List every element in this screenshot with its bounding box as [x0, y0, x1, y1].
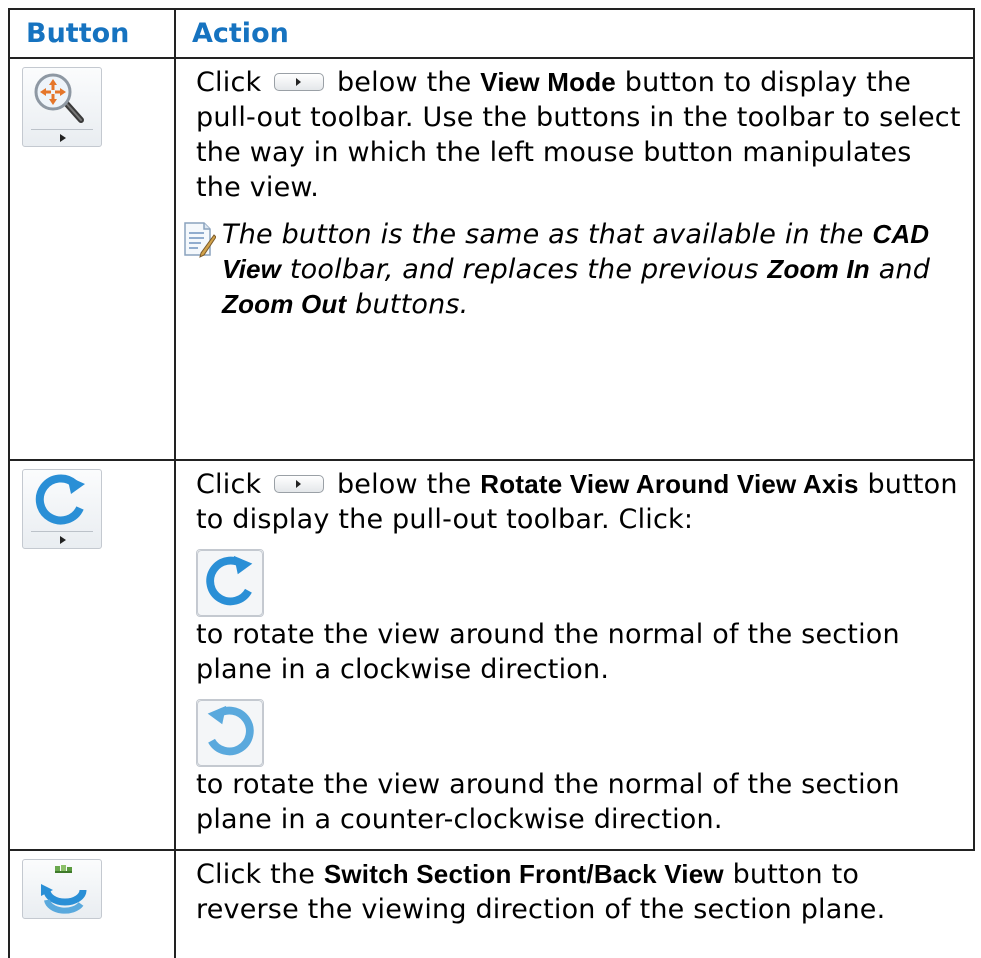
rotate-counterclockwise-icon[interactable]: [196, 699, 264, 767]
rotate-clockwise-icon[interactable]: [196, 549, 264, 617]
clockwise-option: to rotate the view around the normal of …: [196, 549, 961, 687]
counterclockwise-option: to rotate the view around the normal of …: [196, 699, 961, 837]
table-header-row: Button Action: [8, 8, 975, 59]
note-pencil-icon: [184, 222, 216, 258]
action-cell: Click the Switch Section Front/Back View…: [175, 850, 974, 958]
pullout-arrow-button[interactable]: [274, 474, 325, 493]
button-cell: [8, 850, 176, 958]
switch-section-icon: [41, 865, 87, 914]
action-cell: Click below the View Mode button to disp…: [175, 58, 975, 461]
table-row: Click below the Rotate View Around View …: [8, 460, 975, 851]
pullout-arrow-button[interactable]: [274, 72, 325, 91]
button-action-table: Button Action Click below the View Mode …: [8, 8, 975, 958]
table-row: Click the Switch Section Front/Back View…: [8, 850, 974, 958]
note: The button is the same as that available…: [184, 217, 961, 322]
table-row: Click below the View Mode button to disp…: [8, 58, 975, 461]
view-mode-button[interactable]: [22, 67, 102, 147]
button-cell: [8, 58, 176, 461]
header-action: Action: [175, 8, 975, 59]
dropdown-arrow-icon: [60, 536, 66, 544]
action-text: Click below the Rotate View Around View …: [196, 469, 958, 535]
dropdown-arrow-icon: [60, 134, 66, 142]
view-mode-icon: [34, 73, 84, 123]
switch-section-button[interactable]: [22, 859, 102, 919]
header-button: Button: [8, 8, 176, 59]
action-text: Click below the View Mode button to disp…: [196, 67, 961, 203]
rotate-view-button[interactable]: [22, 469, 102, 549]
button-cell: [8, 460, 176, 851]
rotate-view-icon: [35, 474, 85, 525]
action-cell: Click below the Rotate View Around View …: [175, 460, 975, 851]
action-text: Click the Switch Section Front/Back View…: [196, 859, 886, 925]
